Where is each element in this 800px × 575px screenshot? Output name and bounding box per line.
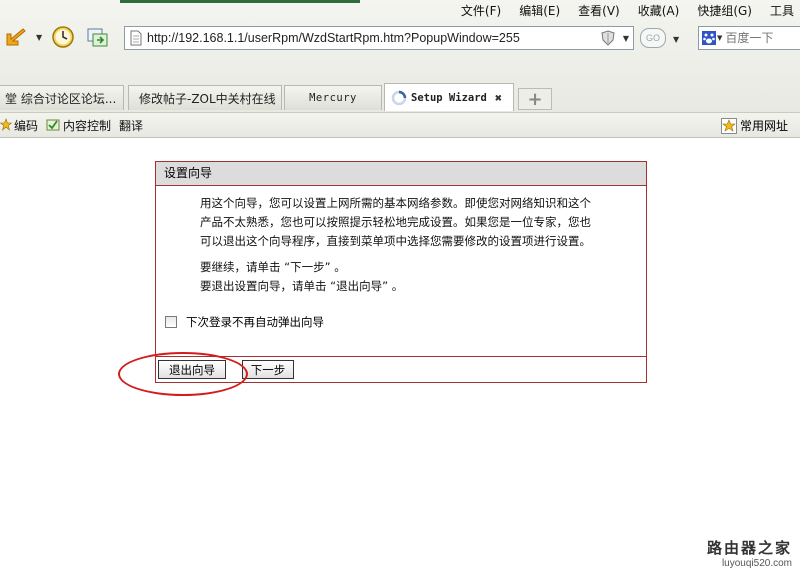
back-dropdown-icon[interactable]: ▼ [36,33,42,42]
wizard-divider [156,356,646,357]
address-bar[interactable]: http://192.168.1.1/userRpm/WzdStartRpm.h… [124,26,634,50]
go-dropdown-icon[interactable]: ▼ [673,35,679,44]
search-engine-dropdown-icon[interactable]: ▼ [717,34,722,42]
translate-label: 翻译 [119,118,144,133]
menu-bar: 文件(F) 编辑(E) 查看(V) 收藏(A) 快捷组(G) 工具 [461,0,800,20]
menu-tools[interactable]: 工具 [770,2,794,19]
clock-icon [52,26,74,48]
address-url: http://192.168.1.1/userRpm/WzdStartRpm.h… [147,31,520,45]
content-control-label: 内容控制 [63,118,112,133]
wizard-exit-hint: 要退出设置向导，请单击 “退出向导” 。 [200,279,404,293]
menu-file[interactable]: 文件(F) [461,2,501,19]
menu-favorites[interactable]: 收藏(A) [638,2,680,19]
star-icon [0,118,12,131]
tab-forum[interactable]: 堂 综合讨论区论坛... [0,85,124,110]
no-popup-label: 下次登录不再自动弹出向导 [186,315,324,329]
encoding-label: 编码 [14,118,39,133]
no-popup-option[interactable]: 下次登录不再自动弹出向导 [165,314,324,330]
setup-wizard-panel: 设置向导 用这个向导，您可以设置上网所需的基本网络参数。即使您对网络知识和这个 … [155,161,647,383]
wizard-title: 设置向导 [156,162,646,186]
content-control-button[interactable]: 内容控制 [46,117,111,134]
highlight-circle-annotation [118,352,248,396]
search-box[interactable]: ▼ [698,26,800,50]
encoding-button[interactable]: 编码 [0,117,38,134]
tab-bar: 堂 综合讨论区论坛... 修改帖子-ZOL中关村在线 Mercury Setup… [0,82,800,112]
back-arrow-icon [6,28,26,46]
restore-button[interactable] [84,24,110,50]
wizard-paragraph-line-1: 用这个向导，您可以设置上网所需的基本网络参数。即使您对网络知识和这个 [200,196,591,210]
page-icon [130,30,142,46]
tab-zol-edit[interactable]: 修改帖子-ZOL中关村在线 [128,85,282,110]
next-step-button[interactable]: 下一步 [242,360,294,379]
bookmarks-bar: 编码 内容控制 翻译 常用网址 [0,112,800,138]
tab-mercury-label: Mercury [309,92,357,104]
no-popup-checkbox[interactable] [165,316,177,328]
menu-edit[interactable]: 编辑(E) [519,2,560,19]
loading-icon [391,90,407,105]
translate-button[interactable]: 翻译 [119,117,143,134]
tab-setup-wizard-label: Setup Wizard [411,91,487,104]
menu-view[interactable]: 查看(V) [578,2,620,19]
security-shield-icon[interactable] [601,30,615,46]
watermark-url: luyouqi520.com [721,558,792,569]
search-input[interactable] [725,31,796,45]
back-button[interactable] [2,24,28,50]
tab-setup-wizard[interactable]: Setup Wizard ✖ [384,83,514,111]
menu-quick-group[interactable]: 快捷组(G) [697,2,752,19]
site-watermark: 路由器之家 luyouqi520.com [707,537,792,569]
wizard-paragraph-line-2: 产品不太熟悉，您也可以按照提示轻松地完成设置。如果您是一位专家，您也 [200,215,591,229]
tab-zol-edit-label: 修改帖子-ZOL中关村在线 [139,91,276,106]
wizard-continue-hint: 要继续，请单击 “下一步” 。 [200,260,346,274]
close-tab-icon[interactable]: ✖ [495,91,502,105]
common-sites-button[interactable]: 常用网址 [720,117,788,134]
favorites-star-icon [720,117,737,134]
address-dropdown-icon[interactable]: ▼ [623,34,629,43]
watermark-title: 路由器之家 [706,539,792,557]
wizard-paragraph-line-3: 可以退出这个向导程序，直接到菜单项中选择您需要修改的设置项进行设置。 [200,234,591,248]
baidu-paw-icon [702,31,716,45]
tab-forum-label: 堂 综合讨论区论坛... [5,91,117,106]
go-button[interactable]: GO [640,28,666,48]
tab-mercury[interactable]: Mercury [284,85,382,110]
browser-chrome: 文件(F) 编辑(E) 查看(V) 收藏(A) 快捷组(G) 工具 ▼ http… [0,0,800,138]
new-tab-button[interactable]: + [518,88,552,110]
restore-window-icon [87,28,108,47]
common-sites-label: 常用网址 [739,119,788,133]
check-shield-icon [46,119,60,131]
top-strip [120,0,360,3]
navigation-bar: ▼ http://192.168.1.1/userRpm/WzdStartRpm… [0,20,800,54]
history-button[interactable] [50,24,76,50]
